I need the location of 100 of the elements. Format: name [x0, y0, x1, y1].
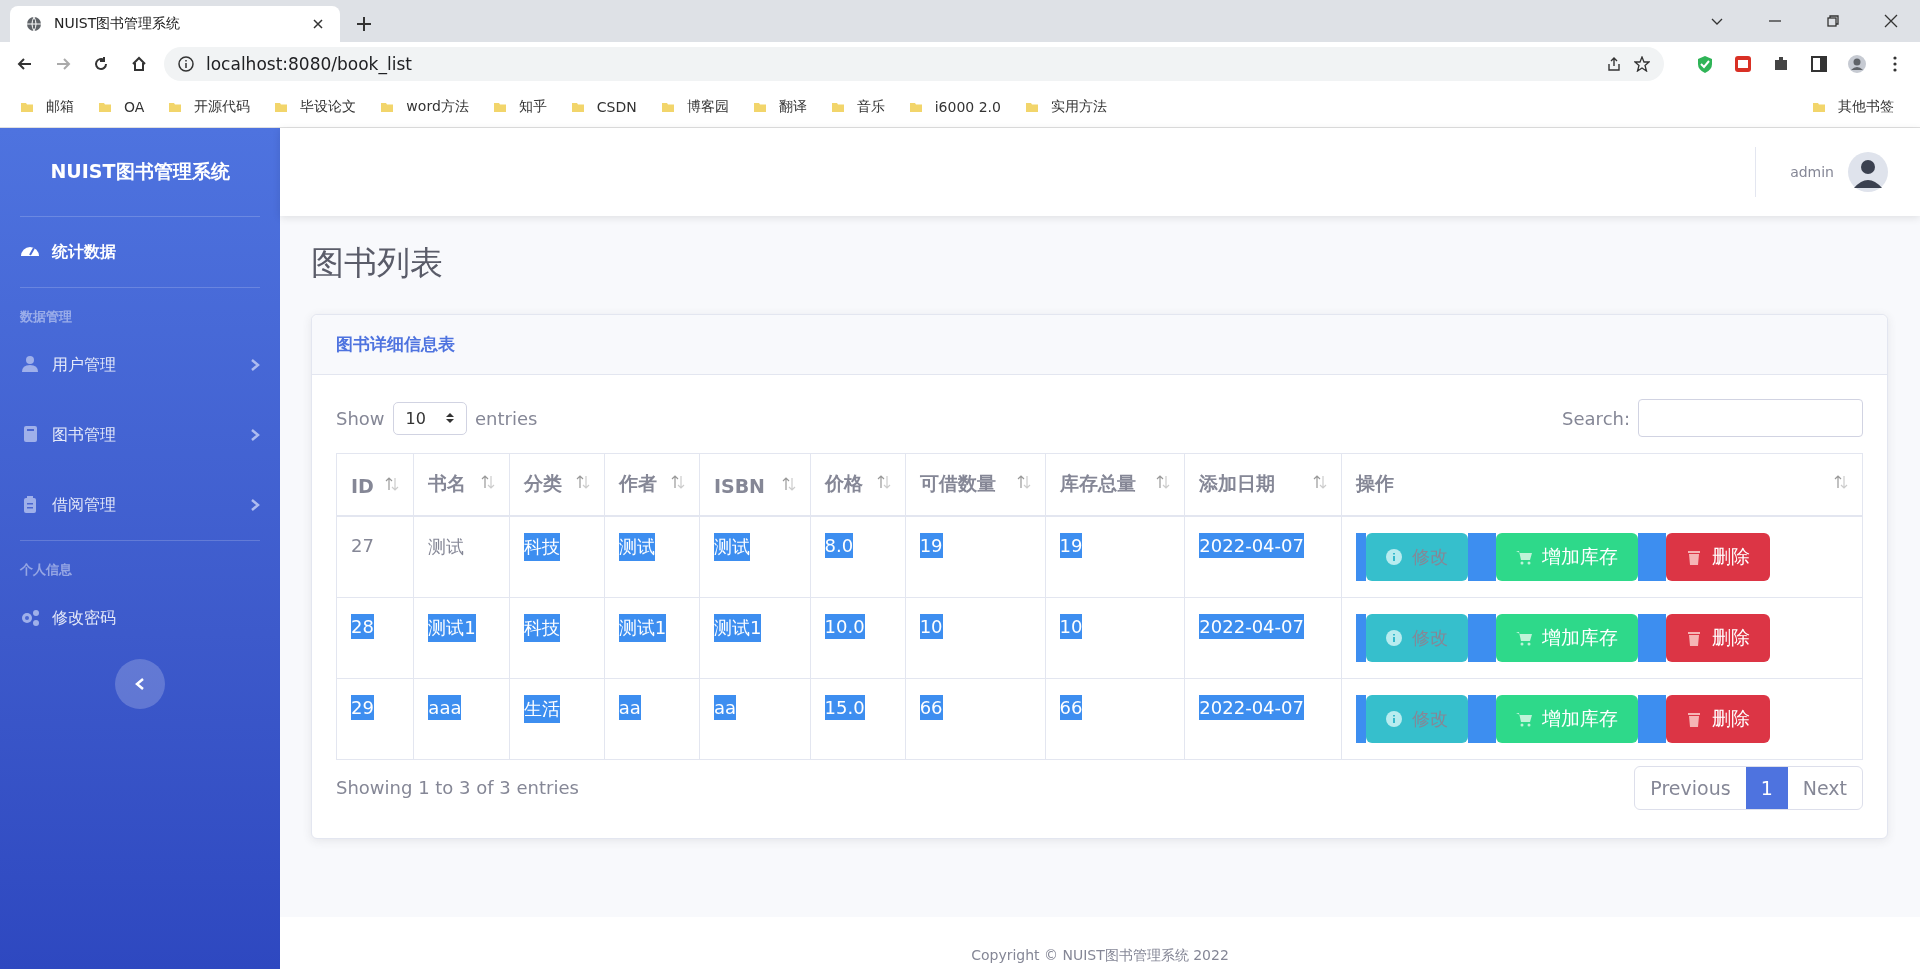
gears-icon [20, 608, 40, 628]
table-cell: 10 [919, 613, 943, 639]
sort-arrows-icon [480, 475, 495, 490]
sidebar-item[interactable]: 用户管理 [0, 330, 280, 400]
table-cell: aaa [428, 694, 462, 720]
sort-arrows-icon [876, 475, 891, 490]
page-size-select[interactable]: 10 [392, 401, 467, 435]
profile-avatar-icon [1847, 54, 1867, 74]
table-cell: 测试1 [618, 613, 667, 642]
selection-highlight [1468, 532, 1497, 581]
delete-button[interactable]: 删除 [1666, 694, 1771, 743]
table-cell: 29 [351, 694, 374, 720]
user-icon [20, 355, 40, 375]
selection-highlight [1468, 694, 1497, 743]
delete-button[interactable]: 删除 [1666, 532, 1771, 581]
page-link[interactable]: Next [1787, 766, 1862, 809]
selection-highlight [1638, 613, 1667, 662]
sort-arrows-icon [575, 475, 590, 490]
search-field[interactable] [1638, 399, 1863, 437]
table-cell: 66 [919, 694, 943, 720]
search-label: Search: [1562, 407, 1630, 429]
column-header[interactable]: 分类 [509, 453, 605, 516]
sort-arrows-icon [1016, 475, 1031, 490]
column-header[interactable]: ISBN [699, 453, 810, 516]
globe-icon [26, 16, 42, 32]
table-cell: 10 [1059, 613, 1083, 639]
sidebar-item[interactable]: 修改密码 [0, 583, 280, 653]
table-cell: 2022-04-07 [1199, 613, 1304, 639]
page-title: 图书列表 [311, 242, 444, 284]
trash-icon [1686, 548, 1703, 565]
table-cell: 66 [1059, 694, 1083, 720]
sort-arrows-icon [781, 476, 796, 491]
sidebar-item[interactable]: 借阅管理 [0, 470, 280, 540]
table-cell: 8.0 [824, 532, 854, 558]
entries-label: entries [474, 407, 538, 429]
section-heading: 个人信息 [19, 561, 73, 579]
bookmark-link[interactable]: 毕设论文 [268, 93, 369, 120]
extension-badge-icon [1733, 54, 1753, 74]
entries-info: Showing 1 to 3 of 3 entries [336, 777, 579, 798]
bookmark-link[interactable]: i6000 2.0 [902, 94, 1013, 119]
table-cell: 19 [1059, 532, 1083, 558]
username[interactable]: admin [1790, 164, 1834, 180]
more-menu-icon [1893, 56, 1897, 72]
bookmark-link[interactable]: 知乎 [486, 93, 559, 120]
table-cell: 测试 [713, 532, 750, 561]
chevron-right-icon [250, 498, 260, 512]
column-header[interactable]: 库存总量 [1045, 453, 1185, 516]
bookmark-link[interactable]: 博客园 [654, 93, 741, 120]
table-cell: 测试 [618, 532, 655, 561]
bookmark-link[interactable]: 其他书签 [1806, 93, 1906, 120]
bookmark-link[interactable]: 音乐 [824, 93, 897, 120]
chevron-right-icon [250, 428, 260, 442]
sort-arrows-icon [670, 475, 685, 490]
column-header[interactable]: 作者 [604, 453, 700, 516]
cart-icon [1516, 629, 1533, 646]
bookmark-link[interactable]: 实用方法 [1018, 93, 1119, 120]
selection-highlight [1638, 532, 1667, 581]
home-icon [130, 55, 148, 73]
table-cell: aa [618, 694, 641, 720]
column-header[interactable]: 添加日期 [1184, 453, 1342, 516]
address-field[interactable]: localhost:8080/book_list [164, 47, 1664, 81]
table-cell: 生活 [523, 694, 560, 723]
share-icon [1606, 56, 1622, 72]
sidebar-item[interactable]: 图书管理 [0, 400, 280, 470]
table-cell: 科技 [523, 613, 560, 642]
plus-icon [357, 17, 371, 31]
info-circle-icon [1386, 710, 1403, 727]
info-circle-icon [1386, 629, 1403, 646]
browser-tab[interactable]: NUIST图书管理系统 [10, 6, 340, 42]
info-circle-icon [1386, 548, 1403, 565]
bookmark-link[interactable]: CSDN [564, 94, 649, 119]
bookmark-link[interactable]: OA [92, 94, 157, 119]
page-link[interactable]: Previous [1635, 766, 1746, 809]
selection-highlight [1356, 613, 1367, 662]
restore-icon [1826, 14, 1840, 28]
page-link[interactable]: 1 [1745, 766, 1788, 809]
bookmark-link[interactable]: 邮箱 [14, 93, 86, 120]
table-cell-text: 测试 [428, 534, 465, 559]
table-cell: 测试1 [428, 613, 476, 642]
table-cell: 科技 [523, 532, 560, 561]
bookmark-link[interactable]: 翻译 [746, 93, 819, 120]
sort-arrows-icon [385, 476, 400, 491]
table-cell: 测试1 [713, 613, 762, 642]
bookmark-link[interactable]: 开源代码 [162, 93, 263, 120]
sidebar-item[interactable]: 统计数据 [0, 217, 280, 287]
table-cell: 19 [919, 532, 943, 558]
column-header[interactable]: 操作 [1341, 453, 1863, 516]
column-header[interactable]: 书名 [413, 453, 510, 516]
selection-highlight [1468, 613, 1497, 662]
show-label: Show [336, 407, 385, 429]
column-header[interactable]: ID [336, 453, 414, 516]
table-cell: 15.0 [824, 694, 865, 720]
table-cell: aa [713, 694, 736, 720]
delete-button[interactable]: 删除 [1666, 613, 1771, 662]
column-header[interactable]: 价格 [810, 453, 906, 516]
column-header[interactable]: 可借数量 [905, 453, 1045, 516]
cart-icon [1516, 710, 1533, 727]
trash-icon [1686, 629, 1703, 646]
copyright-text: Copyright © NUIST图书管理系统 2022 [971, 947, 1229, 965]
bookmark-link[interactable]: word方法 [374, 93, 481, 120]
